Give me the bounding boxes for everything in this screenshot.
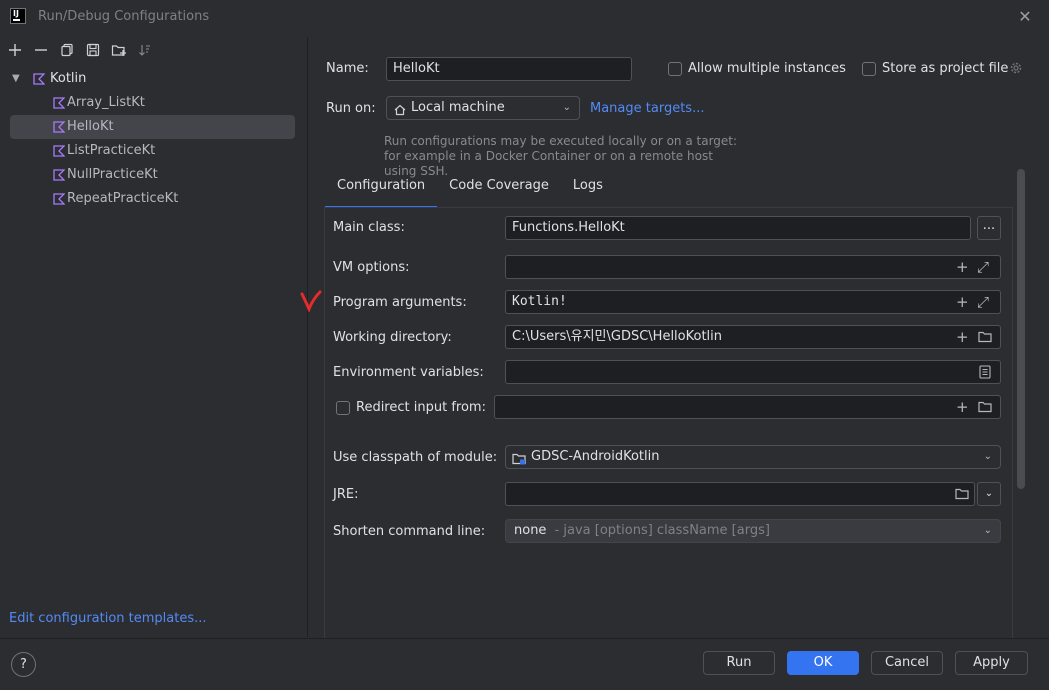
add-icon[interactable]: + bbox=[956, 396, 969, 418]
program-arguments-field[interactable]: Kotlin! bbox=[505, 290, 1001, 314]
config-tabs: Configuration Code Coverage Logs bbox=[325, 172, 615, 208]
shorten-command-hint: - java [options] className [args] bbox=[554, 523, 770, 538]
vm-options-field[interactable] bbox=[505, 255, 1001, 279]
add-icon[interactable]: + bbox=[956, 256, 969, 278]
tree-item-label: RepeatPracticeKt bbox=[67, 191, 179, 206]
kotlin-run-icon bbox=[53, 169, 65, 181]
home-icon bbox=[394, 102, 406, 124]
store-as-project-checkbox[interactable] bbox=[862, 62, 876, 76]
configurations-sidebar: ▼ Kotlin Array_ListKt HelloKt ListPracti… bbox=[0, 37, 308, 637]
shorten-command-value: none bbox=[514, 523, 547, 538]
kotlin-icon bbox=[33, 73, 45, 85]
title-bar: IJ Run/Debug Configurations ✕ bbox=[0, 0, 1049, 34]
shorten-command-dropdown[interactable]: none - java [options] className [args] ⌄ bbox=[505, 519, 1001, 543]
classpath-label: Use classpath of module: bbox=[333, 450, 498, 465]
expand-icon[interactable]: ⤢ bbox=[977, 256, 989, 278]
chevron-down-icon: ⌄ bbox=[983, 451, 992, 462]
annotation-check-mark-icon bbox=[300, 290, 322, 316]
allow-multiple-checkbox[interactable] bbox=[668, 62, 682, 76]
tree-group-label: Kotlin bbox=[50, 71, 87, 86]
folder-icon[interactable] bbox=[978, 401, 992, 417]
main-class-label: Main class: bbox=[333, 220, 405, 235]
manage-targets-link[interactable]: Manage targets... bbox=[590, 101, 704, 116]
environment-variables-field[interactable] bbox=[505, 360, 1001, 384]
run-on-value: Local machine bbox=[411, 100, 505, 115]
add-icon[interactable]: + bbox=[956, 291, 969, 313]
run-on-label: Run on: bbox=[326, 101, 376, 116]
tree-item-array-listkt[interactable]: Array_ListKt bbox=[0, 91, 307, 115]
document-icon[interactable] bbox=[979, 365, 991, 383]
edit-templates-link[interactable]: Edit configuration templates... bbox=[9, 611, 207, 626]
classpath-dropdown[interactable]: GDSC-AndroidKotlin ⌄ bbox=[505, 445, 1001, 469]
help-button[interactable]: ? bbox=[11, 652, 36, 677]
tree-item-label: NullPracticeKt bbox=[67, 167, 158, 182]
close-icon[interactable]: ✕ bbox=[1015, 7, 1035, 27]
apply-button[interactable]: Apply bbox=[955, 651, 1028, 675]
working-directory-label: Working directory: bbox=[333, 330, 452, 345]
shorten-command-label: Shorten command line: bbox=[333, 524, 486, 539]
add-icon[interactable]: + bbox=[956, 326, 969, 348]
remove-icon[interactable] bbox=[28, 38, 54, 62]
jre-label: JRE: bbox=[333, 487, 359, 502]
working-directory-field[interactable]: C:\Users\유지민\GDSC\HelloKotlin bbox=[505, 325, 1001, 349]
name-field[interactable]: HelloKt bbox=[386, 57, 632, 81]
redirect-input-checkbox[interactable] bbox=[336, 401, 350, 415]
kotlin-run-icon bbox=[53, 145, 65, 157]
redirect-input-label: Redirect input from: bbox=[356, 400, 486, 415]
folder-add-icon[interactable] bbox=[106, 38, 132, 62]
copy-icon[interactable] bbox=[54, 38, 80, 62]
configuration-editor: Name: HelloKt Allow multiple instances S… bbox=[309, 37, 1049, 639]
folder-icon[interactable] bbox=[955, 488, 969, 504]
chevron-down-icon: ⌄ bbox=[983, 525, 992, 536]
sidebar-toolbar bbox=[0, 37, 307, 63]
dialog-footer: ? Run OK Cancel Apply bbox=[0, 638, 1049, 690]
gear-icon[interactable] bbox=[1009, 61, 1023, 79]
tree-item-label: HelloKt bbox=[67, 119, 114, 134]
tree-item-hellokt[interactable]: HelloKt bbox=[10, 115, 295, 139]
kotlin-run-icon bbox=[53, 193, 65, 205]
browse-main-class-button[interactable]: ... bbox=[977, 216, 1001, 240]
redirect-input-field[interactable] bbox=[494, 395, 1001, 419]
run-on-dropdown[interactable]: Local machine ⌄ bbox=[386, 96, 580, 120]
configuration-tree: ▼ Kotlin Array_ListKt HelloKt ListPracti… bbox=[0, 67, 307, 211]
cancel-button[interactable]: Cancel bbox=[871, 651, 943, 675]
tree-group-kotlin[interactable]: ▼ Kotlin bbox=[0, 67, 307, 91]
name-label: Name: bbox=[326, 61, 369, 76]
scrollbar[interactable] bbox=[1017, 169, 1025, 489]
tab-logs[interactable]: Logs bbox=[561, 172, 615, 208]
sort-icon[interactable] bbox=[132, 38, 158, 62]
store-as-project-label: Store as project file bbox=[882, 61, 1009, 76]
allow-multiple-label: Allow multiple instances bbox=[688, 61, 846, 76]
tree-item-repeatpracticekt[interactable]: RepeatPracticeKt bbox=[0, 187, 307, 211]
tab-code-coverage[interactable]: Code Coverage bbox=[437, 172, 561, 208]
chevron-down-icon: ⌄ bbox=[562, 102, 571, 113]
module-folder-icon bbox=[512, 451, 526, 473]
environment-variables-label: Environment variables: bbox=[333, 365, 484, 380]
main-class-field[interactable]: Functions.HelloKt bbox=[505, 216, 971, 240]
configuration-panel: Main class: Functions.HelloKt ... VM opt… bbox=[324, 207, 1013, 639]
ok-button[interactable]: OK bbox=[787, 651, 859, 675]
vm-options-label: VM options: bbox=[333, 260, 410, 275]
kotlin-run-icon bbox=[53, 97, 65, 109]
classpath-value: GDSC-AndroidKotlin bbox=[531, 449, 660, 464]
add-icon[interactable] bbox=[2, 38, 28, 62]
tree-item-nullpracticekt[interactable]: NullPracticeKt bbox=[0, 163, 307, 187]
chevron-down-icon[interactable]: ▼ bbox=[12, 67, 20, 91]
window-title: Run/Debug Configurations bbox=[38, 9, 210, 24]
intellij-logo-icon: IJ bbox=[10, 8, 26, 24]
run-button[interactable]: Run bbox=[703, 651, 775, 675]
jre-field[interactable] bbox=[505, 482, 975, 506]
tab-configuration[interactable]: Configuration bbox=[325, 172, 438, 208]
folder-icon[interactable] bbox=[978, 331, 992, 347]
tree-item-label: ListPracticeKt bbox=[67, 143, 156, 158]
save-icon[interactable] bbox=[80, 38, 106, 62]
jre-dropdown-button[interactable]: ⌄ bbox=[977, 482, 1001, 506]
tree-item-listpracticekt[interactable]: ListPracticeKt bbox=[0, 139, 307, 163]
expand-icon[interactable]: ⤢ bbox=[977, 291, 989, 313]
kotlin-run-icon bbox=[53, 121, 65, 133]
tree-item-label: Array_ListKt bbox=[67, 95, 145, 110]
program-arguments-label: Program arguments: bbox=[333, 295, 467, 310]
